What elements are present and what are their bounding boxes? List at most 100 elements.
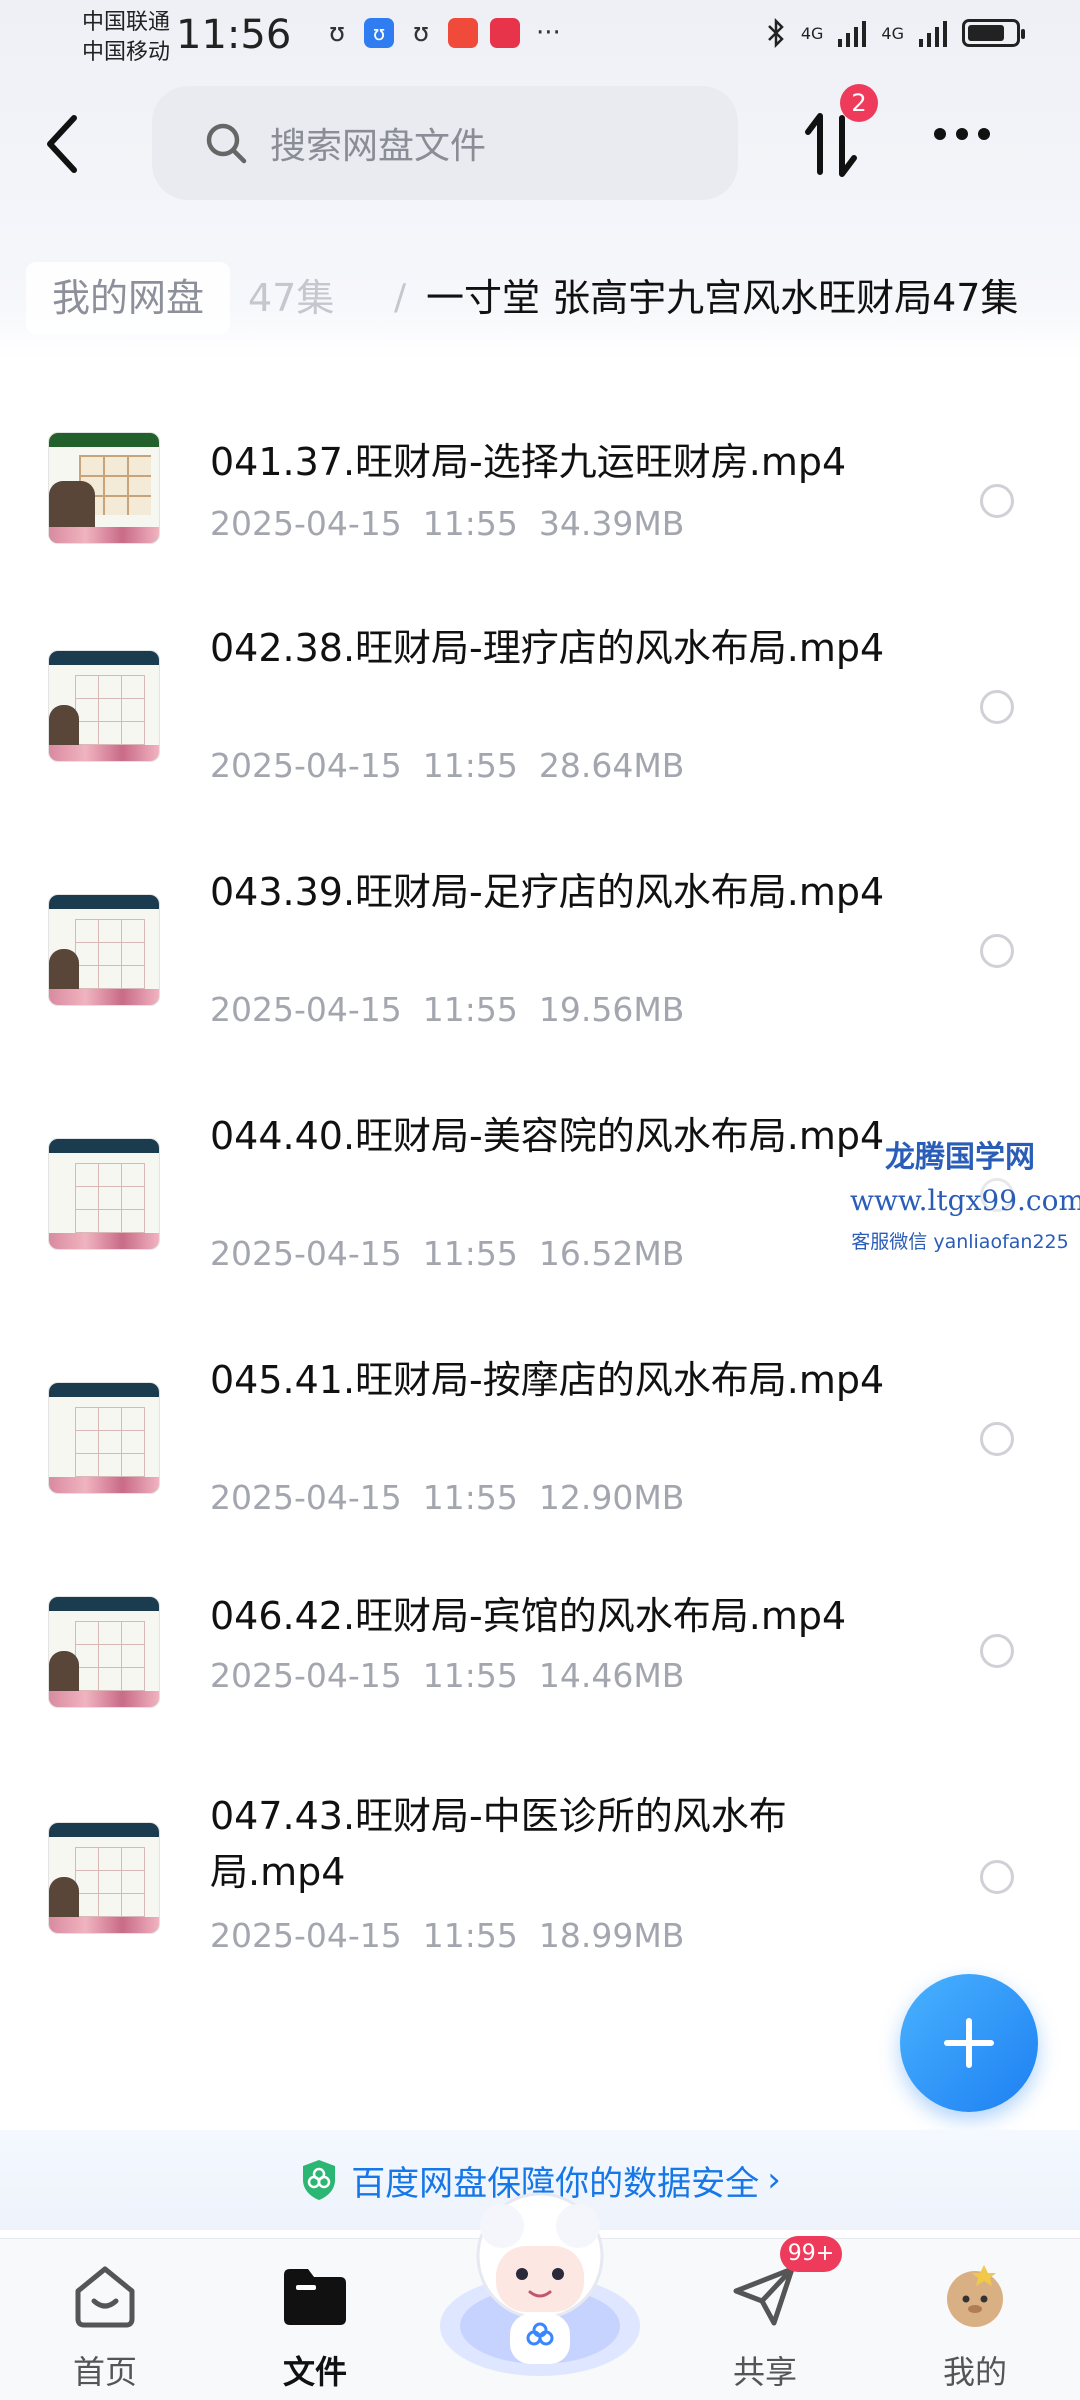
nav-files[interactable]: 文件 <box>240 2261 390 2393</box>
carrier-1: 中国联通 <box>82 10 171 35</box>
nav-share-label: 共享 <box>732 2353 797 2391</box>
folder-icon <box>284 2269 346 2325</box>
nav-share[interactable]: 共享 <box>690 2261 840 2393</box>
watermark-line-1: 龙腾国学网 <box>885 1140 1035 1175</box>
file-size: 34.39MB <box>538 504 685 543</box>
home-icon <box>75 2266 135 2328</box>
nav-home-label: 首页 <box>72 2353 137 2391</box>
file-row[interactable]: 045.41.旺财局-按摩店的风水布局.mp4 2025-04-15 11:55… <box>0 1326 1080 1546</box>
network-2: 4G <box>881 23 904 43</box>
file-title: 046.42.旺财局-宾馆的风水布局.mp4 <box>210 1594 847 1638</box>
file-date: 2025-04-15 <box>210 746 402 785</box>
file-time: 11:55 <box>422 990 518 1029</box>
mascot-icon <box>440 2192 640 2376</box>
file-size: 19.56MB <box>538 990 685 1029</box>
nav-me[interactable]: 我的 <box>900 2261 1050 2393</box>
file-size: 12.90MB <box>538 1478 685 1517</box>
signal-icon <box>838 21 867 47</box>
network-1: 4G <box>800 23 824 43</box>
file-title: 047.43.旺财局-中医诊所的风水布局.mp4 <box>210 1794 787 1894</box>
more-dot-icon <box>956 128 968 140</box>
chevron-right-icon: › <box>767 2160 781 2200</box>
select-checkbox[interactable] <box>980 1422 1014 1456</box>
more-dot-icon <box>978 128 990 140</box>
file-meta: 2025-04-15 11:55 16.52MB <box>210 1234 684 1273</box>
file-date: 2025-04-15 <box>210 990 402 1029</box>
nav-files-label: 文件 <box>282 2353 347 2391</box>
nav-home[interactable]: 首页 <box>30 2261 180 2393</box>
file-size: 14.46MB <box>538 1656 685 1695</box>
more-dot-icon <box>934 128 946 140</box>
shop-notification-icon <box>448 18 478 48</box>
app-screen: 中国联通 中国移动 11:56 ʊ ʊ ʊ ··· 4G 4G 搜索网盘文件 2… <box>0 0 1080 2400</box>
file-title: 043.39.旺财局-足疗店的风水布局.mp4 <box>210 870 885 914</box>
breadcrumb-separator: / <box>394 277 407 318</box>
file-time: 11:55 <box>422 1478 518 1517</box>
file-time: 11:55 <box>422 504 518 543</box>
avatar-icon <box>947 2265 1003 2327</box>
video-thumbnail <box>48 1596 160 1708</box>
file-date: 2025-04-15 <box>210 1478 402 1517</box>
file-size: 18.99MB <box>538 1916 685 1955</box>
select-checkbox[interactable] <box>980 484 1014 518</box>
file-row[interactable]: 041.37.旺财局-选择九运旺财房.mp4 2025-04-15 11:55 … <box>0 404 1080 564</box>
system-indicators: 4G 4G <box>765 18 1025 48</box>
nav-me-label: 我的 <box>942 2353 1007 2391</box>
breadcrumb-parent-folder[interactable]: 47集 <box>248 262 334 334</box>
assistant-mascot-button[interactable] <box>430 2176 650 2386</box>
app-notification-icon: ʊ <box>328 18 346 48</box>
file-row[interactable]: 043.39.旺财局-足疗店的风水布局.mp4 2025-04-15 11:55… <box>0 838 1080 1058</box>
back-button[interactable] <box>36 108 96 180</box>
search-input[interactable]: 搜索网盘文件 <box>152 86 738 200</box>
file-meta: 2025-04-15 11:55 18.99MB <box>210 1916 684 1955</box>
more-options-button[interactable] <box>934 128 990 140</box>
file-row[interactable]: 047.43.旺财局-中医诊所的风水布局.mp4 2025-04-15 11:5… <box>0 1766 1080 1996</box>
video-thumbnail <box>48 1822 160 1934</box>
add-button[interactable] <box>900 1974 1038 2112</box>
carrier-labels: 中国联通 中国移动 <box>82 8 170 68</box>
video-thumbnail <box>48 1382 160 1494</box>
signal-icon <box>919 21 947 47</box>
file-time: 11:55 <box>422 1234 518 1273</box>
bluetooth-icon <box>767 18 784 48</box>
video-thumbnail <box>48 432 160 544</box>
file-meta: 2025-04-15 11:55 12.90MB <box>210 1478 684 1517</box>
file-size: 16.52MB <box>538 1234 685 1273</box>
file-row[interactable]: 046.42.旺财局-宾馆的风水布局.mp4 2025-04-15 11:55 … <box>0 1570 1080 1740</box>
file-meta: 2025-04-15 11:55 14.46MB <box>210 1656 684 1695</box>
file-row[interactable]: 042.38.旺财局-理疗店的风水布局.mp4 2025-04-15 11:55… <box>0 594 1080 814</box>
shield-icon <box>303 2160 336 2200</box>
app-notification-icon: ʊ <box>412 18 430 48</box>
select-checkbox[interactable] <box>980 690 1014 724</box>
chevron-left-icon <box>47 115 77 173</box>
select-checkbox[interactable] <box>980 934 1014 968</box>
notification-icons: ʊ ʊ ʊ ··· <box>322 18 561 48</box>
file-time: 11:55 <box>422 1656 518 1695</box>
file-meta: 2025-04-15 11:55 28.64MB <box>210 746 684 785</box>
search-placeholder: 搜索网盘文件 <box>270 126 487 167</box>
file-meta: 2025-04-15 11:55 34.39MB <box>210 504 684 543</box>
search-icon <box>206 123 247 164</box>
file-size: 28.64MB <box>538 746 685 785</box>
battery-icon <box>962 19 1025 47</box>
file-date: 2025-04-15 <box>210 1234 402 1273</box>
file-date: 2025-04-15 <box>210 1916 402 1955</box>
file-title: 041.37.旺财局-选择九运旺财房.mp4 <box>210 440 847 484</box>
watermark-line-3: 客服微信 yanliaofan225 <box>851 1231 1069 1253</box>
select-checkbox[interactable] <box>980 1634 1014 1668</box>
video-thumbnail <box>48 894 160 1006</box>
more-notifications-icon: ··· <box>536 18 561 48</box>
file-date: 2025-04-15 <box>210 1656 402 1695</box>
file-title: 045.41.旺财局-按摩店的风水布局.mp4 <box>210 1358 885 1402</box>
book-notification-icon <box>490 18 520 48</box>
select-checkbox[interactable] <box>980 1860 1014 1894</box>
breadcrumb-root[interactable]: 我的网盘 <box>26 262 231 334</box>
share-count-badge: 99+ <box>780 2236 842 2272</box>
file-title: 042.38.旺财局-理疗店的风水布局.mp4 <box>210 626 885 670</box>
app-notification-icon: ʊ <box>364 18 394 48</box>
file-title: 044.40.旺财局-美容院的风水布局.mp4 <box>210 1114 885 1158</box>
breadcrumb-current-folder: 一寸堂 张高宇九宫风水旺财局47集 <box>426 276 1019 320</box>
file-time: 11:55 <box>422 1916 518 1955</box>
video-thumbnail <box>48 650 160 762</box>
status-bar: 中国联通 中国移动 11:56 ʊ ʊ ʊ ··· 4G 4G <box>0 0 1080 80</box>
